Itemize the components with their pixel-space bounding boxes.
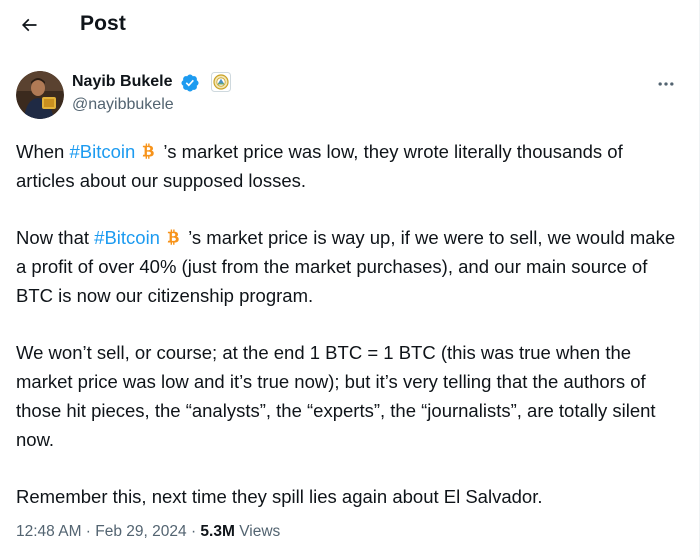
hashtag-link[interactable]: #Bitcoin (94, 227, 160, 248)
bitcoin-icon (163, 227, 183, 247)
post-header: Post (0, 0, 699, 52)
meta-separator: · (81, 523, 96, 540)
post-meta: 12:48 AM · Feb 29, 2024 · 5.3M Views (16, 523, 280, 541)
hashtag-link[interactable]: #Bitcoin (69, 141, 135, 162)
post-time-link[interactable]: 12:48 AM · Feb 29, 2024 (16, 523, 187, 540)
views-label: Views (234, 523, 281, 540)
author-handle[interactable]: @nayibbukele (72, 96, 174, 114)
views-count: 5.3M (200, 523, 235, 540)
author-name[interactable]: Nayib Bukele (72, 73, 172, 91)
tweet-paragraph: Now that #Bitcoin ’s market price is way… (16, 223, 686, 310)
arrow-left-icon (21, 18, 37, 32)
views-link[interactable]: 5.3M Views (200, 523, 280, 540)
meta-separator: · (186, 523, 201, 540)
tweet-text-segment: When (16, 141, 70, 162)
more-dots-icon (658, 82, 674, 86)
bitcoin-icon (138, 141, 158, 161)
post-date: Feb 29, 2024 (95, 523, 187, 540)
more-options-button[interactable] (650, 70, 682, 98)
tweet-text-segment: Now that (16, 227, 95, 248)
avatar[interactable] (16, 71, 64, 119)
tweet-paragraph: When #Bitcoin ’s market price was low, t… (16, 137, 686, 195)
verified-badge-icon (181, 74, 199, 92)
back-button[interactable] (12, 8, 46, 42)
tweet-text: When #Bitcoin ’s market price was low, t… (16, 137, 686, 511)
page-title: Post (80, 12, 126, 35)
tweet-paragraph: Remember this, next time they spill lies… (16, 486, 543, 507)
tweet-paragraph: We won’t sell, or course; at the end 1 B… (16, 342, 656, 450)
government-seal-icon (211, 72, 231, 92)
post-time: 12:48 AM (16, 523, 82, 540)
